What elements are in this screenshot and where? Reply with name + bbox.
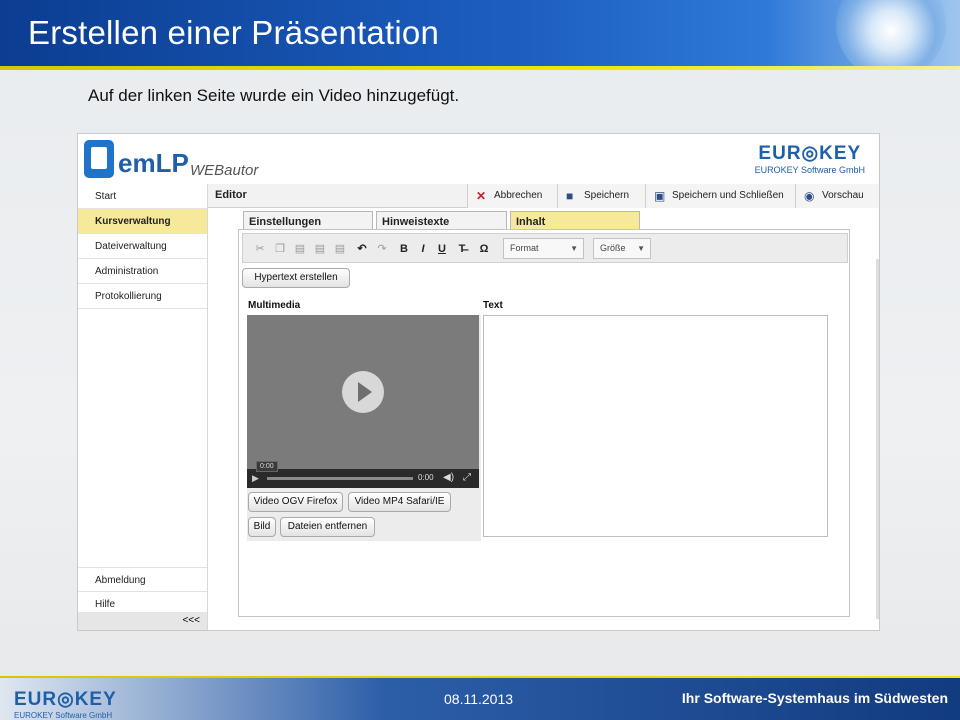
app-header: emLP WEBautor EUR◎KEY EUROKEY Software G…: [78, 134, 879, 184]
save-and-close-button[interactable]: ▣ Speichern und Schließen: [645, 184, 795, 208]
multimedia-label: Multimedia: [248, 300, 301, 311]
editor-toolbar: Editor ✕ Abbrechen ■ Speichern ▣ Speiche…: [208, 184, 879, 208]
sidebar: Start Kursverwaltung Dateiverwaltung Adm…: [78, 184, 208, 630]
volume-icon[interactable]: ◀): [443, 472, 454, 483]
remove-files-button[interactable]: Dateien entfernen: [280, 517, 375, 537]
video-play-icon[interactable]: ▶: [252, 473, 259, 484]
video-time: 0:00: [418, 473, 434, 482]
remove-format-icon[interactable]: T̶: [455, 242, 469, 256]
header-divider: [0, 66, 960, 70]
eurokey-logo: EUR◎KEY EUROKEY Software GmbH: [755, 142, 865, 175]
footer-brand-name: EUR◎KEY: [14, 689, 117, 710]
sidebar-collapse-button[interactable]: <<<: [78, 612, 207, 630]
paste-word-icon[interactable]: ▤: [333, 242, 347, 256]
image-button[interactable]: Bild: [248, 517, 276, 537]
editor-label: Editor: [215, 189, 247, 201]
save-icon: ■: [566, 189, 574, 203]
eye-icon: ◉: [804, 189, 815, 203]
undo-icon[interactable]: ↶: [355, 242, 369, 256]
save-and-close-label: Speichern und Schließen: [672, 190, 784, 201]
footer-date: 08.11.2013: [444, 691, 514, 707]
sidebar-item-start[interactable]: Start: [78, 184, 207, 209]
video-ogv-button[interactable]: Video OGV Firefox: [248, 492, 343, 512]
brand-name: EUR◎KEY: [758, 143, 862, 164]
footer-brand-subtitle: EUROKEY Software GmbH: [14, 711, 113, 720]
header-globe-decoration: [836, 0, 946, 66]
tab-inhalt[interactable]: Inhalt: [510, 211, 640, 231]
sidebar-item-abmeldung[interactable]: Abmeldung: [78, 567, 207, 592]
format-select[interactable]: Format ▼: [503, 238, 584, 259]
size-select-label: Größe: [600, 243, 626, 253]
video-player[interactable]: 0:00 ▶ 0:00 ◀) ⤢: [247, 315, 479, 488]
slide-header: Erstellen einer Präsentation: [0, 0, 960, 66]
size-select[interactable]: Größe ▼: [593, 238, 651, 259]
bold-icon[interactable]: B: [397, 242, 411, 256]
redo-icon[interactable]: ↷: [375, 242, 389, 256]
content-panel: ✂ ❐ ▤ ▤ ▤ ↶ ↷ B I U T̶ Ω Format ▼ Größe …: [238, 229, 850, 617]
tab-einstellungen[interactable]: Einstellungen: [243, 211, 373, 231]
sidebar-item-dateiverwaltung[interactable]: Dateiverwaltung: [78, 234, 207, 259]
brand-subtitle: EUROKEY Software GmbH: [754, 165, 865, 175]
special-char-icon[interactable]: Ω: [477, 242, 491, 256]
app-window: emLP WEBautor EUR◎KEY EUROKEY Software G…: [77, 133, 880, 631]
preview-button-label: Vorschau: [822, 190, 864, 201]
fullscreen-icon[interactable]: ⤢: [463, 472, 471, 483]
video-progress-bar[interactable]: [267, 477, 413, 480]
paste-text-icon[interactable]: ▤: [313, 242, 327, 256]
underline-icon[interactable]: U: [435, 242, 449, 256]
footer-eurokey-logo: EUR◎KEY EUROKEY Software GmbH: [14, 688, 117, 720]
scrollbar[interactable]: [876, 259, 879, 619]
cancel-button-label: Abbrechen: [494, 190, 543, 201]
slide-title: Erstellen einer Präsentation: [28, 14, 439, 51]
paste-icon[interactable]: ▤: [293, 242, 307, 256]
save-button-label: Speichern: [584, 190, 630, 201]
slide-subtitle: Auf der linken Seite wurde ein Video hin…: [88, 86, 460, 105]
video-mp4-button[interactable]: Video MP4 Safari/IE: [348, 492, 451, 512]
footer-tagline: Ihr Software-Systemhaus im Südwesten: [681, 690, 948, 706]
app-logo-text: emLP: [118, 148, 189, 178]
cancel-button[interactable]: ✕ Abbrechen: [467, 184, 557, 208]
video-time-tooltip: 0:00: [256, 461, 278, 472]
chevron-down-icon: ▼: [637, 244, 645, 253]
sidebar-item-kursverwaltung[interactable]: Kursverwaltung: [78, 209, 207, 234]
copy-icon[interactable]: ❐: [273, 242, 287, 256]
save-button[interactable]: ■ Speichern: [557, 184, 645, 208]
chevron-down-icon: ▼: [570, 244, 578, 253]
play-icon[interactable]: [342, 371, 384, 413]
save-close-icon: ▣: [654, 189, 666, 203]
preview-button[interactable]: ◉ Vorschau: [795, 184, 879, 208]
cut-icon[interactable]: ✂: [253, 242, 267, 256]
video-controls: 0:00 ▶ 0:00 ◀) ⤢: [247, 461, 479, 488]
rich-text-toolbar: ✂ ❐ ▤ ▤ ▤ ↶ ↷ B I U T̶ Ω Format ▼ Größe …: [242, 233, 848, 263]
tab-hinweistexte[interactable]: Hinweistexte: [376, 211, 507, 231]
format-select-label: Format: [510, 243, 539, 253]
italic-icon[interactable]: I: [416, 242, 430, 256]
text-editor-area[interactable]: [483, 315, 828, 537]
app-logo-subtitle: WEBautor: [190, 162, 259, 179]
close-icon: ✕: [476, 189, 487, 203]
multimedia-panel: 0:00 ▶ 0:00 ◀) ⤢ Video OGV Firefox Video…: [247, 315, 481, 541]
sidebar-item-protokollierung[interactable]: Protokollierung: [78, 284, 207, 309]
text-label: Text: [483, 300, 503, 311]
emlp-logo-icon: [84, 140, 114, 178]
hypertext-create-button[interactable]: Hypertext erstellen: [242, 268, 350, 288]
sidebar-item-administration[interactable]: Administration: [78, 259, 207, 284]
